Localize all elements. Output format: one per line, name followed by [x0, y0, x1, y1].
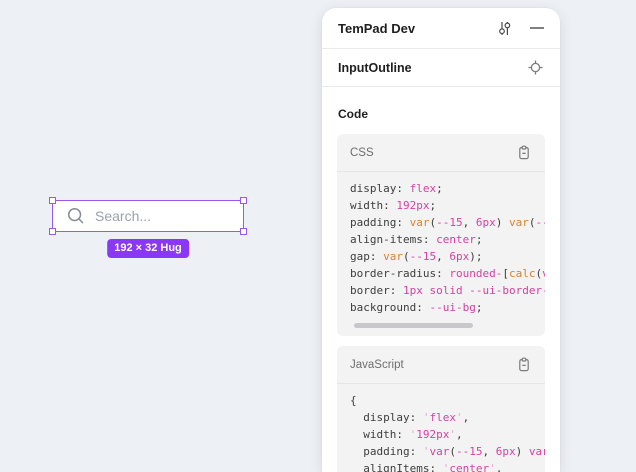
- panel-title: TemPad Dev: [338, 21, 496, 36]
- code-line: display: 'flex',: [350, 409, 532, 426]
- code-line: border: 1px solid --ui-border-: [350, 282, 532, 299]
- minimize-icon[interactable]: [530, 21, 544, 35]
- selection-handle-top-left[interactable]: [49, 197, 56, 204]
- code-section-label: Code: [338, 107, 544, 121]
- code-line: gap: var(--15, 6px);: [350, 248, 532, 265]
- js-code-body: { display: 'flex', width: '192px', paddi…: [337, 384, 545, 472]
- js-code-card: JavaScript { display: 'flex', width: '19…: [337, 346, 545, 472]
- css-hscrollbar-track: [337, 318, 545, 336]
- sliders-icon[interactable]: [496, 20, 513, 37]
- clipboard-copy-icon[interactable]: [516, 144, 532, 161]
- code-line: align-items: center;: [350, 231, 532, 248]
- code-line: padding: var(--15, 6px) var(--: [350, 214, 532, 231]
- code-line: padding: 'var(--15, 6px) var: [350, 443, 532, 460]
- code-line: background: --ui-bg;: [350, 299, 532, 316]
- code-line: border-radius: rounded-[calc(va: [350, 265, 532, 282]
- code-line: width: '192px',: [350, 426, 532, 443]
- css-code-card: CSS display: flex;width: 192px;padding: …: [337, 134, 545, 336]
- js-card-label: JavaScript: [350, 359, 516, 371]
- css-code-body: display: flex;width: 192px;padding: var(…: [337, 172, 545, 318]
- code-line: alignItems: 'center',: [350, 460, 532, 472]
- selection-handle-bottom-right[interactable]: [240, 228, 247, 235]
- search-placeholder-text: Search...: [95, 208, 151, 224]
- code-line: {: [350, 392, 532, 409]
- search-icon: [66, 206, 86, 226]
- panel-header: TemPad Dev: [322, 8, 560, 49]
- tempad-dev-panel: TemPad Dev InputOutline: [322, 8, 560, 472]
- selection-handle-top-right[interactable]: [240, 197, 247, 204]
- code-section: Code CSS display: flex;width: 192px;padd…: [322, 87, 560, 472]
- clipboard-copy-icon[interactable]: [516, 356, 532, 373]
- css-card-header: CSS: [337, 134, 545, 172]
- crosshair-locate-icon[interactable]: [527, 59, 544, 76]
- dimensions-badge: 192 × 32 Hug: [107, 239, 189, 258]
- code-line: display: flex;: [350, 180, 532, 197]
- css-card-label: CSS: [350, 147, 516, 159]
- selected-node-name: InputOutline: [338, 61, 527, 75]
- js-card-header: JavaScript: [337, 346, 545, 384]
- code-line: width: 192px;: [350, 197, 532, 214]
- search-input-component[interactable]: Search...: [52, 200, 244, 232]
- selection-handle-bottom-left[interactable]: [49, 228, 56, 235]
- selected-node-row: InputOutline: [322, 49, 560, 87]
- css-hscrollbar-thumb[interactable]: [354, 323, 473, 328]
